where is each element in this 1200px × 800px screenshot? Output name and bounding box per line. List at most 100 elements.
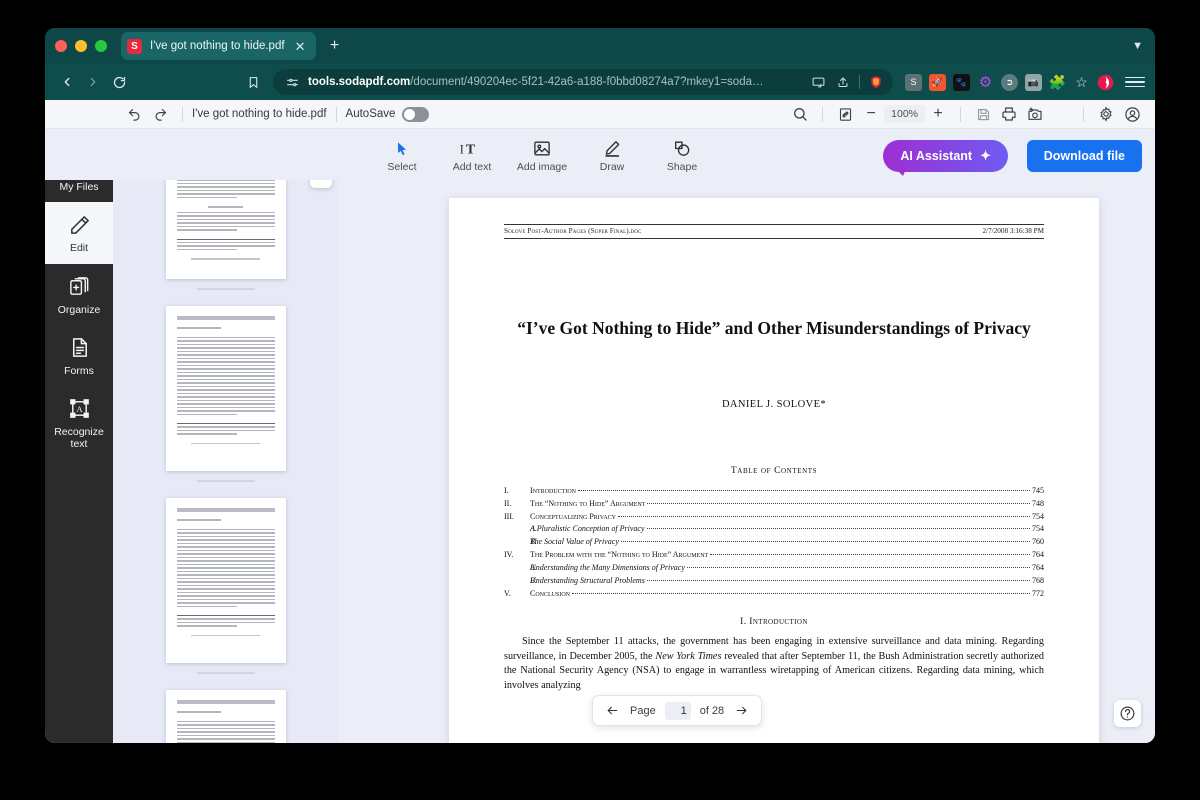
sidebar-item-edit[interactable]: Edit [45, 202, 113, 264]
toolbar-divider [1083, 106, 1084, 122]
cursor-extension-icon[interactable]: ➲ [1001, 73, 1018, 91]
editor-toolbar: I've got nothing to hide.pdf AutoSave − … [45, 100, 1155, 129]
screenshot-extension-icon[interactable]: 📷 [1025, 73, 1042, 91]
thumbnail-page-2[interactable] [165, 306, 286, 471]
tool-label-shape: Shape [666, 161, 698, 173]
more-options-button[interactable]: more-horizontal-icon [1048, 103, 1074, 125]
close-window-button[interactable] [55, 40, 67, 52]
help-button[interactable] [1114, 700, 1141, 727]
dark-reader-extension-icon[interactable]: 🐾 [953, 73, 970, 91]
snapshot-button[interactable] [1022, 103, 1048, 125]
undo-button[interactable] [121, 103, 147, 125]
chevron-down-icon[interactable]: ▼ [1132, 40, 1143, 52]
browser-tab-strip: S I've got nothing to hide.pdf ✕ + ▼ [45, 28, 1155, 64]
download-file-button[interactable]: Download file [1026, 140, 1142, 172]
thumbnail-item[interactable] [113, 690, 338, 743]
svg-text:T: T [466, 142, 475, 157]
zoom-level-value[interactable]: 100% [884, 105, 925, 123]
rocket-extension-icon[interactable]: 🚀 [929, 73, 946, 91]
reload-button[interactable] [107, 70, 131, 94]
thumbnail-divider [196, 288, 255, 290]
toc-title: Understanding Structural Problems [530, 576, 645, 586]
ai-assistant-label: AI Assistant [900, 149, 973, 163]
autosave-control[interactable]: AutoSave [346, 106, 430, 122]
browser-menu-button[interactable] [1125, 76, 1145, 88]
search-button[interactable] [787, 103, 813, 125]
toc-leader-dots [620, 541, 1030, 543]
document-title: “I’ve Got Nothing to Hide” and Other Mis… [517, 318, 1031, 338]
thumbnail-item[interactable] [113, 498, 338, 684]
toc-number: I. [504, 485, 509, 495]
toc-row: III. Conceptualizing Privacy 754 [504, 511, 1044, 524]
brave-lion-extension-icon[interactable] [1097, 74, 1114, 91]
save-button[interactable] [970, 103, 996, 125]
share-icon[interactable] [834, 73, 852, 91]
zoom-out-button[interactable]: − [858, 103, 884, 125]
sidebar-item-forms[interactable]: Forms [45, 325, 113, 386]
toc-number: A. [530, 524, 537, 534]
thumbnail-page-4[interactable] [165, 690, 286, 743]
forward-button[interactable] [81, 70, 105, 94]
introduction-paragraph: Since the September 11 attacks, the gove… [504, 635, 1044, 693]
cast-icon[interactable] [809, 73, 827, 91]
url-domain: tools.sodapdf.com [308, 76, 411, 88]
toc-row: B. The Social Value of Privacy 760 [504, 536, 1044, 549]
browser-tab[interactable]: S I've got nothing to hide.pdf ✕ [121, 32, 316, 60]
address-bar[interactable]: tools.sodapdf.com/document/490204ec-5f21… [273, 69, 893, 95]
toc-leader-dots [646, 580, 1030, 582]
previous-page-button[interactable] [604, 704, 621, 717]
toc-page-number: 745 [1032, 485, 1044, 495]
app-sidebar: S My Files Edit Organize Fo [45, 100, 113, 743]
maximize-window-button[interactable] [95, 40, 107, 52]
document-filename: I've got nothing to hide.pdf [192, 108, 327, 120]
thumbnail-page-3[interactable] [165, 498, 286, 663]
redo-button[interactable] [147, 103, 173, 125]
sidebar-item-organize[interactable]: Organize [45, 264, 113, 325]
puzzle-extension-icon[interactable]: 🧩 [1049, 74, 1066, 91]
running-header-filename: Solove Post-Author Pages (Super Final).d… [504, 227, 642, 235]
toc-page-number: 760 [1032, 537, 1044, 547]
print-button[interactable] [996, 103, 1022, 125]
brave-shields-icon[interactable] [867, 73, 885, 91]
sodapdf-extension-icon[interactable]: S [905, 73, 922, 91]
omnibox-divider [859, 75, 860, 89]
sparkle-icon: ✦ [980, 148, 991, 163]
form-document-icon [67, 336, 91, 360]
star-extension-icon[interactable]: ☆ [1073, 74, 1090, 91]
back-button[interactable] [55, 70, 79, 94]
autosave-toggle[interactable] [402, 106, 430, 122]
settings-button[interactable] [1093, 103, 1119, 125]
toc-row: V. Conclusion 772 [504, 588, 1044, 601]
toc-row: B. Understanding Structural Problems 768 [504, 575, 1044, 588]
page-thumbnails-panel[interactable] [113, 100, 338, 743]
thumbnail-item[interactable] [113, 306, 338, 492]
page-number-input[interactable] [664, 701, 691, 720]
sidebar-item-recognize-text[interactable]: A Recognize text [45, 386, 113, 459]
thumbnails-scroll-area[interactable] [113, 100, 338, 743]
table-of-contents: I. Introduction 745 II. The “Nothing to … [504, 485, 1044, 602]
toc-page-number: 772 [1032, 589, 1044, 599]
minimize-window-button[interactable] [75, 40, 87, 52]
account-button[interactable] [1119, 103, 1145, 125]
pdf-page-canvas[interactable]: Solove Post-Author Pages (Super Final).d… [449, 198, 1099, 743]
sidebar-label-organize: Organize [57, 303, 101, 316]
tool-draw[interactable]: Draw [577, 136, 647, 173]
tool-add-image[interactable]: Add image [507, 136, 577, 173]
tool-select[interactable]: Select [367, 136, 437, 173]
tool-add-text[interactable]: IT Add text [437, 136, 507, 173]
next-page-button[interactable] [733, 704, 750, 717]
fit-page-button[interactable] [832, 103, 858, 125]
toc-page-number: 754 [1032, 511, 1044, 521]
zoom-in-button[interactable]: + [925, 103, 951, 125]
svg-text:I: I [460, 143, 464, 157]
settings-gear-extension-icon[interactable]: ⚙ [977, 74, 994, 91]
page-navigation-widget[interactable]: Page of 28 [592, 695, 763, 726]
site-settings-icon[interactable] [283, 73, 301, 91]
page-total-label: of 28 [699, 704, 725, 717]
tool-shape[interactable]: Shape [647, 136, 717, 173]
new-tab-button[interactable]: + [325, 36, 345, 56]
tab-close-icon[interactable]: ✕ [293, 39, 308, 54]
ai-assistant-button[interactable]: AI Assistant ✦ [883, 140, 1008, 176]
toc-title: Conclusion [530, 589, 571, 599]
bookmark-icon[interactable] [241, 70, 265, 94]
